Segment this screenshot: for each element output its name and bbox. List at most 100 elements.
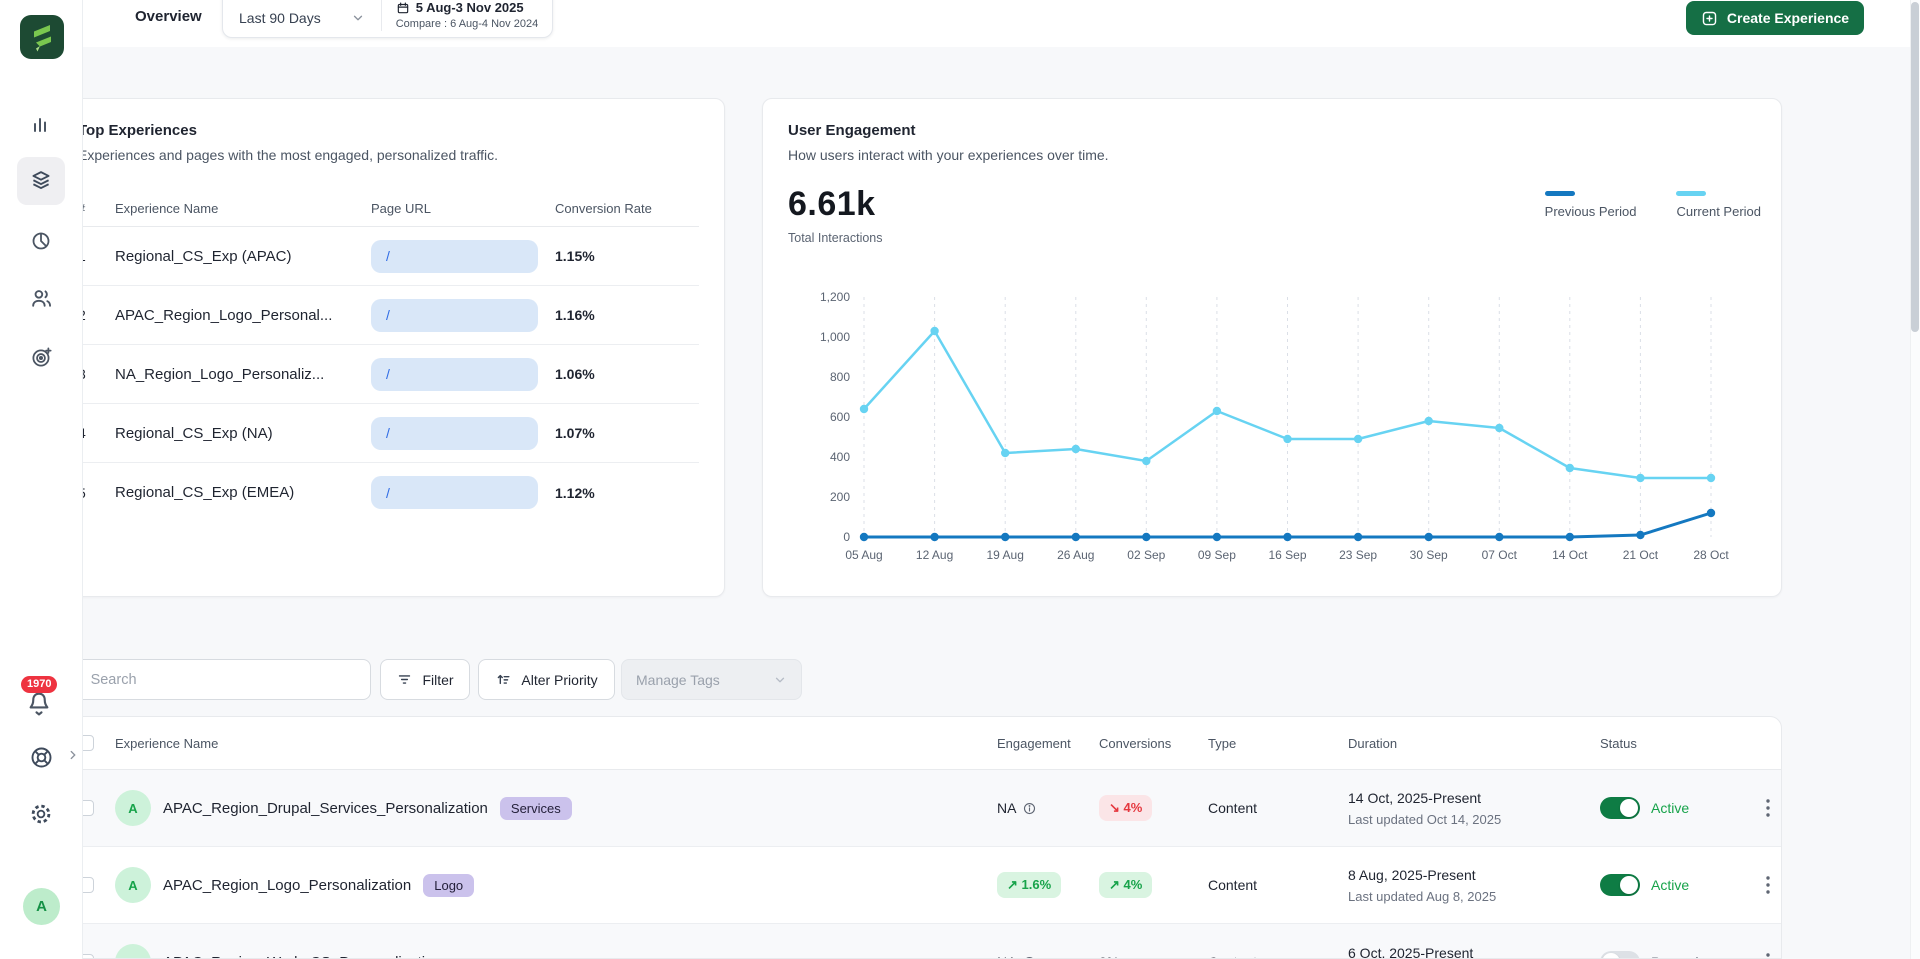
kebab-icon xyxy=(1766,876,1770,894)
page-url-pill[interactable]: / xyxy=(371,299,538,332)
rank: 4 xyxy=(78,425,115,441)
experience-name: Regional_CS_Exp (APAC) xyxy=(115,248,371,265)
search-input[interactable] xyxy=(91,672,357,688)
sidebar-expand-chevron[interactable] xyxy=(66,748,80,762)
help-button[interactable] xyxy=(21,733,61,781)
experience-type: Content xyxy=(1208,877,1348,893)
page-url-pill[interactable]: / xyxy=(371,240,538,273)
create-experience-button[interactable]: Create Experience xyxy=(1686,1,1864,35)
app-logo[interactable] xyxy=(20,15,64,59)
engagement-title: User Engagement xyxy=(788,122,1756,139)
legend-label-previous: Previous Period xyxy=(1545,204,1637,219)
top-experience-row[interactable]: 4 Regional_CS_Exp (NA) / 1.07% xyxy=(78,404,699,463)
settings-button[interactable] xyxy=(21,790,61,838)
svg-text:12 Aug: 12 Aug xyxy=(916,548,953,562)
users-icon xyxy=(29,286,54,311)
row-menu-button[interactable] xyxy=(1756,948,1780,959)
row-menu-button[interactable] xyxy=(1756,794,1780,822)
experience-tag: Logo xyxy=(423,874,474,897)
svg-text:09 Sep: 09 Sep xyxy=(1198,548,1236,562)
experiences-table-header: Experience Name Engagement Conversions T… xyxy=(53,717,1781,770)
experience-type: Content xyxy=(1208,800,1348,816)
page-url-pill[interactable]: / xyxy=(371,417,538,450)
app-logo-icon xyxy=(20,15,64,59)
filter-button[interactable]: Filter xyxy=(380,659,470,700)
sidebar-item-audiences[interactable] xyxy=(17,274,65,322)
status-toggle[interactable] xyxy=(1600,874,1640,896)
scrollbar-thumb[interactable] xyxy=(1911,2,1919,332)
engagement-subtitle: How users interact with your experiences… xyxy=(788,147,1756,163)
manage-tags-dropdown[interactable]: Manage Tags xyxy=(621,659,802,700)
conversion-rate: 1.15% xyxy=(555,248,699,264)
top-experiences-card: Top Experiences Experiences and pages wi… xyxy=(52,98,725,597)
experience-avatar: A xyxy=(115,867,151,903)
experience-row[interactable]: AC APAC_Region_Work_CS_Personalization N… xyxy=(53,924,1781,959)
rank: 3 xyxy=(78,366,115,382)
chevron-right-icon xyxy=(66,748,80,762)
page-url-pill[interactable]: / xyxy=(371,476,538,509)
row-menu-button[interactable] xyxy=(1756,871,1780,899)
experience-name: APAC_Region_Logo_Personal... xyxy=(115,307,371,324)
total-interactions-label: Total Interactions xyxy=(788,231,1756,245)
notification-badge: 1970 xyxy=(21,676,57,693)
conversion-rate: 1.07% xyxy=(555,425,699,441)
conversions-value: 0% xyxy=(1099,954,1208,959)
date-range-control[interactable]: Last 90 Days 5 Aug-3 Nov 2025 Compare : … xyxy=(222,0,553,38)
alter-priority-label: Alter Priority xyxy=(521,672,597,688)
svg-text:400: 400 xyxy=(830,450,850,464)
col-rank: # xyxy=(78,201,115,216)
svg-text:14 Oct: 14 Oct xyxy=(1552,548,1588,562)
topbar: Overview Last 90 Days 5 Aug-3 Nov 2025 C… xyxy=(83,0,1920,47)
sidebar-item-reports[interactable] xyxy=(17,217,65,265)
svg-text:1,000: 1,000 xyxy=(820,330,850,344)
experience-row[interactable]: A APAC_Region_Drupal_Services_Personaliz… xyxy=(53,770,1781,847)
user-avatar[interactable]: A xyxy=(23,888,60,925)
experience-row[interactable]: A APAC_Region_Logo_Personalization Logo … xyxy=(53,847,1781,924)
status-toggle[interactable] xyxy=(1600,797,1640,819)
top-experience-row[interactable]: 5 Regional_CS_Exp (EMEA) / 1.12% xyxy=(78,463,699,522)
notifications-button[interactable]: 1970 xyxy=(24,688,60,728)
sidebar-item-analytics[interactable] xyxy=(17,101,65,149)
rank: 2 xyxy=(78,307,115,323)
svg-text:28 Oct: 28 Oct xyxy=(1693,548,1729,562)
col-experience-name: Experience Name xyxy=(115,736,997,751)
kebab-icon xyxy=(1766,799,1770,817)
range-preset-label: Last 90 Days xyxy=(239,10,321,26)
status-label: Paused xyxy=(1651,954,1698,959)
svg-text:1,200: 1,200 xyxy=(820,290,850,304)
info-icon[interactable] xyxy=(1022,955,1037,959)
conversion-rate: 1.16% xyxy=(555,307,699,323)
sidebar-item-goals[interactable] xyxy=(17,333,65,381)
experience-tag: Services xyxy=(500,797,572,820)
svg-text:600: 600 xyxy=(830,410,850,424)
top-experience-row[interactable]: 1 Regional_CS_Exp (APAC) / 1.15% xyxy=(78,227,699,286)
rank: 1 xyxy=(78,248,115,264)
compare-range-value: Compare : 6 Aug-4 Nov 2024 xyxy=(396,18,538,30)
sidebar-item-experiences[interactable] xyxy=(17,157,65,205)
experience-name: Regional_CS_Exp (NA) xyxy=(115,425,371,442)
range-preset-dropdown[interactable]: Last 90 Days xyxy=(223,0,381,37)
chart-legend: Previous Period Current Period xyxy=(1545,191,1761,219)
col-duration: Duration xyxy=(1348,736,1600,751)
legend-swatch-current xyxy=(1676,191,1706,196)
date-compare-picker[interactable]: 5 Aug-3 Nov 2025 Compare : 6 Aug-4 Nov 2… xyxy=(382,0,552,37)
svg-text:800: 800 xyxy=(830,370,850,384)
filter-lines-icon xyxy=(396,671,413,688)
chevron-down-icon xyxy=(773,673,787,687)
info-icon[interactable] xyxy=(1022,801,1037,816)
layers-icon xyxy=(28,168,54,194)
status-toggle[interactable] xyxy=(1600,951,1640,959)
alter-priority-button[interactable]: Alter Priority xyxy=(478,659,615,700)
top-experience-row[interactable]: 3 NA_Region_Logo_Personaliz... / 1.06% xyxy=(78,345,699,404)
page-url-pill[interactable]: / xyxy=(371,358,538,391)
experience-name: Regional_CS_Exp (EMEA) xyxy=(115,484,371,501)
legend-item-current: Current Period xyxy=(1676,191,1761,219)
date-range-value: 5 Aug-3 Nov 2025 xyxy=(416,1,524,15)
sort-priority-icon xyxy=(495,671,512,688)
col-conversion: Conversion Rate xyxy=(555,201,699,216)
status-label: Active xyxy=(1651,877,1689,893)
rank: 5 xyxy=(78,485,115,501)
top-experience-row[interactable]: 2 APAC_Region_Logo_Personal... / 1.16% xyxy=(78,286,699,345)
legend-item-previous: Previous Period xyxy=(1545,191,1637,219)
engagement-chart[interactable]: 05 Aug12 Aug19 Aug26 Aug02 Sep09 Sep16 S… xyxy=(788,281,1763,581)
